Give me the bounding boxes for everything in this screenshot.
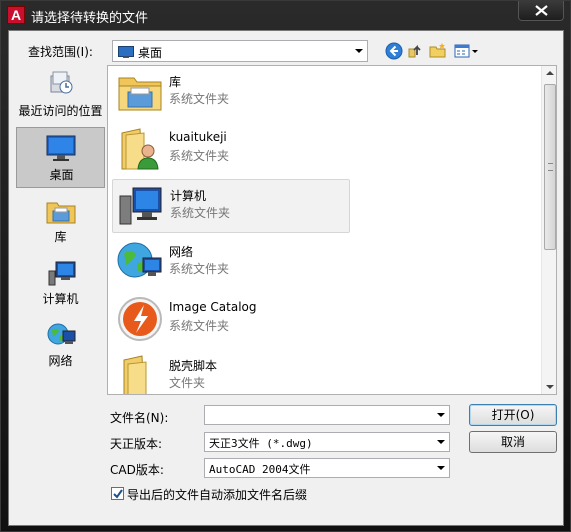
close-button[interactable] — [518, 1, 564, 21]
cancel-button[interactable]: 取消 — [469, 431, 557, 453]
dialog-body: 查找范围(I): 桌面 最近访问的位置 桌面 库 计算机 网络 库 系统文件夹 … — [8, 30, 564, 526]
tangent-version-select[interactable]: 天正3文件 (*.dwg) — [204, 432, 450, 452]
new-folder-icon[interactable] — [428, 41, 448, 61]
file-type: 系统文件夹 — [170, 206, 231, 220]
chevron-down-icon[interactable] — [437, 466, 445, 470]
filename-label: 文件名(N): — [110, 411, 169, 425]
filename-input[interactable] — [204, 405, 450, 425]
file-dialog-window: A 请选择待转换的文件 查找范围(I): 桌面 最近访问的位置 桌面 库 计算机… — [0, 0, 571, 532]
back-icon[interactable] — [384, 41, 404, 61]
title-bar[interactable]: A 请选择待转换的文件 — [1, 1, 570, 29]
list-item[interactable]: 库 系统文件夹 — [112, 66, 350, 120]
lookin-combo[interactable]: 桌面 — [112, 40, 368, 62]
user-folder-icon — [121, 128, 159, 170]
place-label: 桌面 — [49, 168, 74, 182]
list-item[interactable]: Image Catalog 系统文件夹 — [112, 293, 350, 347]
file-name: 库 — [169, 75, 182, 89]
file-type: 文件夹 — [169, 376, 206, 390]
libraries-icon — [118, 77, 162, 111]
file-type: 系统文件夹 — [169, 92, 230, 106]
computer-icon — [48, 261, 76, 286]
chevron-down-icon[interactable] — [437, 440, 445, 444]
open-button[interactable]: 打开(O) — [469, 404, 557, 426]
autocad-logo-icon: A — [7, 6, 25, 24]
list-item[interactable]: 计算机 系统文件夹 — [112, 179, 350, 233]
scrollbar-thumb[interactable] — [544, 84, 556, 250]
close-icon — [535, 5, 548, 16]
tangent-version-label: 天正版本: — [110, 437, 163, 451]
scroll-down-icon[interactable] — [546, 385, 554, 389]
place-computer[interactable]: 计算机 — [16, 257, 105, 307]
cad-version-value: AutoCAD 2004文件 — [209, 463, 311, 476]
libraries-icon — [46, 202, 76, 224]
file-name: 计算机 — [170, 189, 207, 203]
place-label: 最近访问的位置 — [18, 104, 103, 118]
place-label: 库 — [54, 230, 67, 244]
up-folder-icon[interactable] — [406, 41, 426, 61]
list-item[interactable]: 网络 系统文件夹 — [112, 236, 350, 290]
file-name: 脱壳脚本 — [169, 359, 218, 373]
place-network[interactable]: 网络 — [16, 319, 105, 369]
file-type: 系统文件夹 — [169, 319, 230, 333]
cad-version-select[interactable]: AutoCAD 2004文件 — [204, 458, 450, 478]
network-icon — [117, 242, 162, 278]
folder-icon — [123, 355, 147, 394]
suffix-checkbox-label: 导出后的文件自动添加文件名后缀 — [127, 488, 308, 502]
places-bar: 最近访问的位置 桌面 库 计算机 网络 — [16, 67, 105, 407]
suffix-checkbox[interactable] — [111, 487, 124, 500]
grip-icon — [548, 163, 553, 171]
scroll-up-icon[interactable] — [546, 71, 554, 75]
cad-version-label: CAD版本: — [110, 463, 164, 477]
image-catalog-icon — [118, 297, 162, 341]
place-label: 计算机 — [42, 292, 79, 306]
place-recent[interactable]: 最近访问的位置 — [16, 69, 105, 119]
file-type: 系统文件夹 — [169, 262, 230, 276]
chevron-down-icon[interactable] — [355, 49, 363, 53]
file-list[interactable]: 库 系统文件夹 kuaitukeji 系统文件夹 计算机 系统文件夹 网络 系统… — [107, 65, 557, 395]
place-desktop[interactable]: 桌面 — [16, 127, 105, 188]
file-name: 网络 — [169, 245, 194, 259]
desktop-icon — [46, 135, 76, 161]
desktop-icon — [118, 46, 134, 58]
recent-places-icon — [50, 71, 73, 94]
place-label: 网络 — [48, 354, 73, 368]
file-type: 系统文件夹 — [169, 149, 230, 163]
lookin-value: 桌面 — [138, 46, 163, 60]
lookin-label: 查找范围(I): — [28, 45, 93, 59]
chevron-down-icon[interactable] — [437, 413, 445, 417]
tangent-version-value: 天正3文件 (*.dwg) — [209, 437, 313, 450]
list-item[interactable]: 脱壳脚本 文件夹 — [112, 350, 350, 394]
window-title: 请选择待转换的文件 — [31, 11, 149, 26]
vertical-scrollbar[interactable] — [541, 66, 556, 394]
file-name: kuaitukeji — [169, 130, 227, 144]
place-libraries[interactable]: 库 — [16, 195, 105, 245]
checkmark-icon — [113, 489, 123, 499]
list-item[interactable]: kuaitukeji 系统文件夹 — [112, 123, 350, 177]
file-name: Image Catalog — [169, 300, 257, 314]
computer-icon — [119, 187, 162, 225]
view-menu-icon[interactable] — [453, 41, 479, 61]
network-icon — [47, 323, 76, 345]
